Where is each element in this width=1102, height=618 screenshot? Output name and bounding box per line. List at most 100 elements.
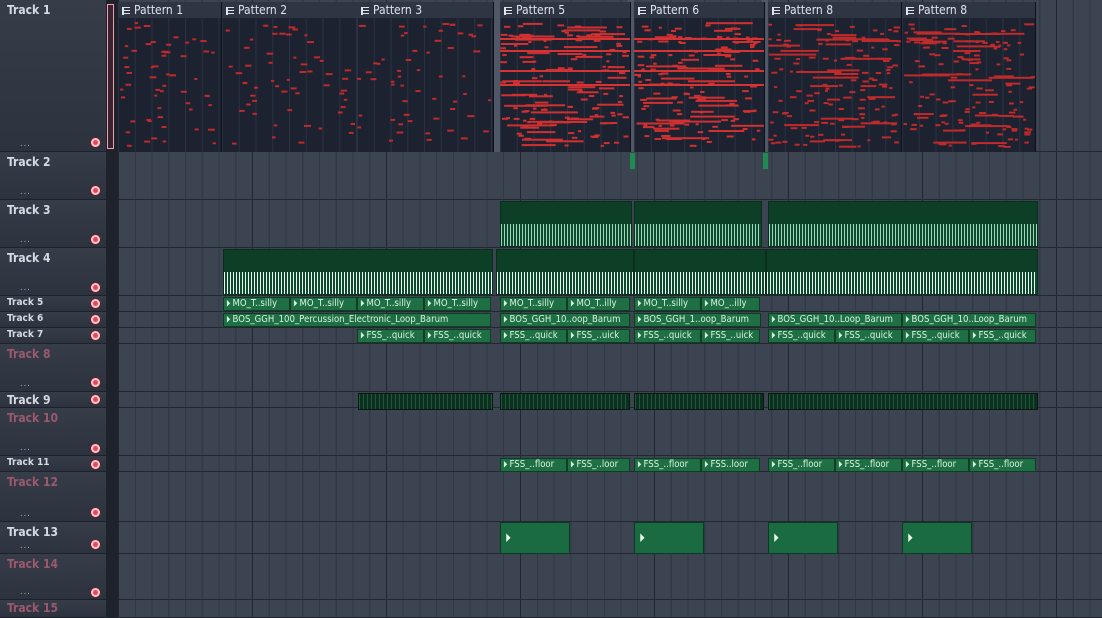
audio-clip[interactable]: ⏵ FSS_..quick [424,329,491,343]
track-header-1[interactable]: Track 1... [0,0,106,152]
track-header-3[interactable]: Track 3... [0,200,106,248]
audio-clip[interactable] [634,249,766,295]
audio-clip[interactable]: ⏵ FSS_..quick [500,329,567,343]
audio-clip[interactable]: ⏵ FSS_..quick [835,329,902,343]
track-options-dots[interactable]: ... [20,187,31,197]
audio-clip[interactable] [358,393,493,410]
track-grip-column[interactable] [106,0,118,618]
track-header-2[interactable]: Track 2... [0,152,106,200]
audio-clip[interactable] [630,153,635,169]
track-header-8[interactable]: Track 8... [0,344,106,392]
audio-clip[interactable]: ⏵ MO_T..silly [290,297,357,311]
track-mute-button[interactable] [91,588,100,597]
pattern-clip-header[interactable]: Pattern 6 [634,2,764,18]
pattern-clip-header[interactable]: Pattern 2 [222,2,357,18]
audio-clip[interactable]: ⏵ FSS_..uick [567,329,630,343]
audio-clip[interactable]: ⏵ FSS_..floor [902,458,969,472]
track-header-10[interactable]: Track 10... [0,408,106,456]
track-mute-button[interactable] [91,283,100,292]
track-options-dots[interactable]: ... [20,509,31,519]
track-header-7[interactable]: Track 7 [0,328,106,344]
track-header-5[interactable]: Track 5 [0,296,106,312]
track-options-dots[interactable]: ... [20,541,31,551]
pattern-clip[interactable]: Pattern 6 [634,2,765,152]
track-mute-button[interactable] [91,299,100,308]
pattern-clip[interactable]: Pattern 1 [118,2,222,152]
audio-clip[interactable]: ⏵ MO_T..silly [357,297,424,311]
audio-clip[interactable]: ⏵ FSS_..quick [902,329,969,343]
track-mute-button[interactable] [91,315,100,324]
audio-clip[interactable] [634,201,762,247]
audio-clip[interactable]: ⏵ FSS_..quick [768,329,835,343]
audio-clip[interactable] [763,153,768,169]
pattern-clip-header[interactable]: Pattern 1 [118,2,221,18]
audio-clip[interactable] [496,249,634,295]
audio-clip[interactable] [500,393,630,410]
audio-clip[interactable]: ⏵ KSHM..zing [768,522,838,554]
track-options-dots[interactable]: ... [20,235,31,245]
audio-clip[interactable]: ⏵ BOS_GGH_10..oop_Barum [500,313,630,327]
track-options-dots[interactable]: ... [20,443,31,453]
track-header-12[interactable]: Track 12... [0,472,106,522]
audio-clip[interactable]: ⏵ MO_T..silly [223,297,290,311]
track-header-13[interactable]: Track 13... [0,522,106,554]
audio-clip[interactable]: ⏵ BOS_GGH_10..Loop_Barum [768,313,902,327]
pattern-clip-header[interactable]: Pattern 8 [902,2,1035,18]
audio-clip[interactable]: ⏵ KSHM..zing [500,522,570,554]
track-mute-button[interactable] [91,186,100,195]
track-header-14[interactable]: Track 14... [0,554,106,600]
pattern-clip[interactable]: Pattern 8 [902,2,1036,152]
audio-clip[interactable] [634,393,764,410]
audio-clip[interactable] [768,201,1038,247]
audio-clip[interactable] [500,201,632,247]
audio-clip[interactable]: ⏵ FSS_..quick [634,329,701,343]
audio-clip[interactable]: ⏵ BOS_GGH_100_Percussion_Electronic_Loop_… [223,313,491,327]
track-mute-button[interactable] [91,331,100,340]
audio-clip[interactable]: ⏵ BOS_GGH_1..oop_Barum [634,313,761,327]
audio-clip[interactable]: ⏵ FSS_..loor [567,458,630,472]
track-mute-button[interactable] [91,138,100,147]
pattern-clip-header[interactable]: Pattern 8 [768,2,901,18]
audio-clip[interactable]: ⏵ FSS_..floor [835,458,902,472]
track-header-6[interactable]: Track 6 [0,312,106,328]
track-options-dots[interactable]: ... [20,587,31,597]
track-header-4[interactable]: Track 4... [0,248,106,296]
audio-clip[interactable] [223,249,493,295]
audio-clip[interactable]: ⏵ MO_T..silly [500,297,567,311]
audio-clip[interactable]: ⏵ FSS_..floor [969,458,1036,472]
track-header-9[interactable]: Track 9 [0,392,106,408]
audio-clip[interactable]: ⏵ FSS..loor [701,458,760,472]
pattern-clip-header[interactable]: Pattern 3 [357,2,493,18]
pattern-clip[interactable]: Pattern 8 [768,2,902,152]
track-options-dots[interactable]: ... [20,139,31,149]
track-options-dots[interactable]: ... [20,379,31,389]
audio-clip[interactable]: ⏵ MO_T..silly [634,297,701,311]
pattern-clip[interactable]: Pattern 5 [500,2,631,152]
track-mute-button[interactable] [91,444,100,453]
audio-clip[interactable] [768,393,1038,410]
audio-clip[interactable]: ⏵ MO_..illy [701,297,760,311]
track-options-dots[interactable]: ... [20,283,31,293]
track-1-selection[interactable] [107,4,114,149]
track-mute-button[interactable] [91,460,100,469]
pattern-clip-header[interactable]: Pattern 5 [500,2,630,18]
track-mute-button[interactable] [91,378,100,387]
track-header-15[interactable]: Track 15 [0,600,106,618]
audio-clip[interactable]: ⏵ FSS_..uick [701,329,760,343]
audio-clip[interactable]: ⏵ FSS_..quick [357,329,424,343]
audio-clip[interactable]: ⏵ BOS_GGH_10..Loop_Barum [902,313,1036,327]
track-mute-button[interactable] [91,540,100,549]
track-mute-button[interactable] [91,235,100,244]
audio-clip[interactable]: ⏵ MO_T..silly [424,297,491,311]
track-header-11[interactable]: Track 11 [0,456,106,472]
pattern-clip[interactable]: Pattern 2 [222,2,358,152]
audio-clip[interactable]: ⏵ FSS_..floor [768,458,835,472]
audio-clip[interactable]: ⏵ MO_T..illy [567,297,630,311]
audio-clip[interactable]: ⏵ FSS_..quick [969,329,1036,343]
track-mute-button[interactable] [91,508,100,517]
track-mute-button[interactable] [91,395,100,404]
audio-clip[interactable]: ⏵ FSS_..floor [500,458,567,472]
audio-clip[interactable]: ⏵ KSHM..zing [634,522,704,554]
pattern-clip[interactable]: Pattern 3 [357,2,494,152]
audio-clip[interactable] [766,249,1038,295]
